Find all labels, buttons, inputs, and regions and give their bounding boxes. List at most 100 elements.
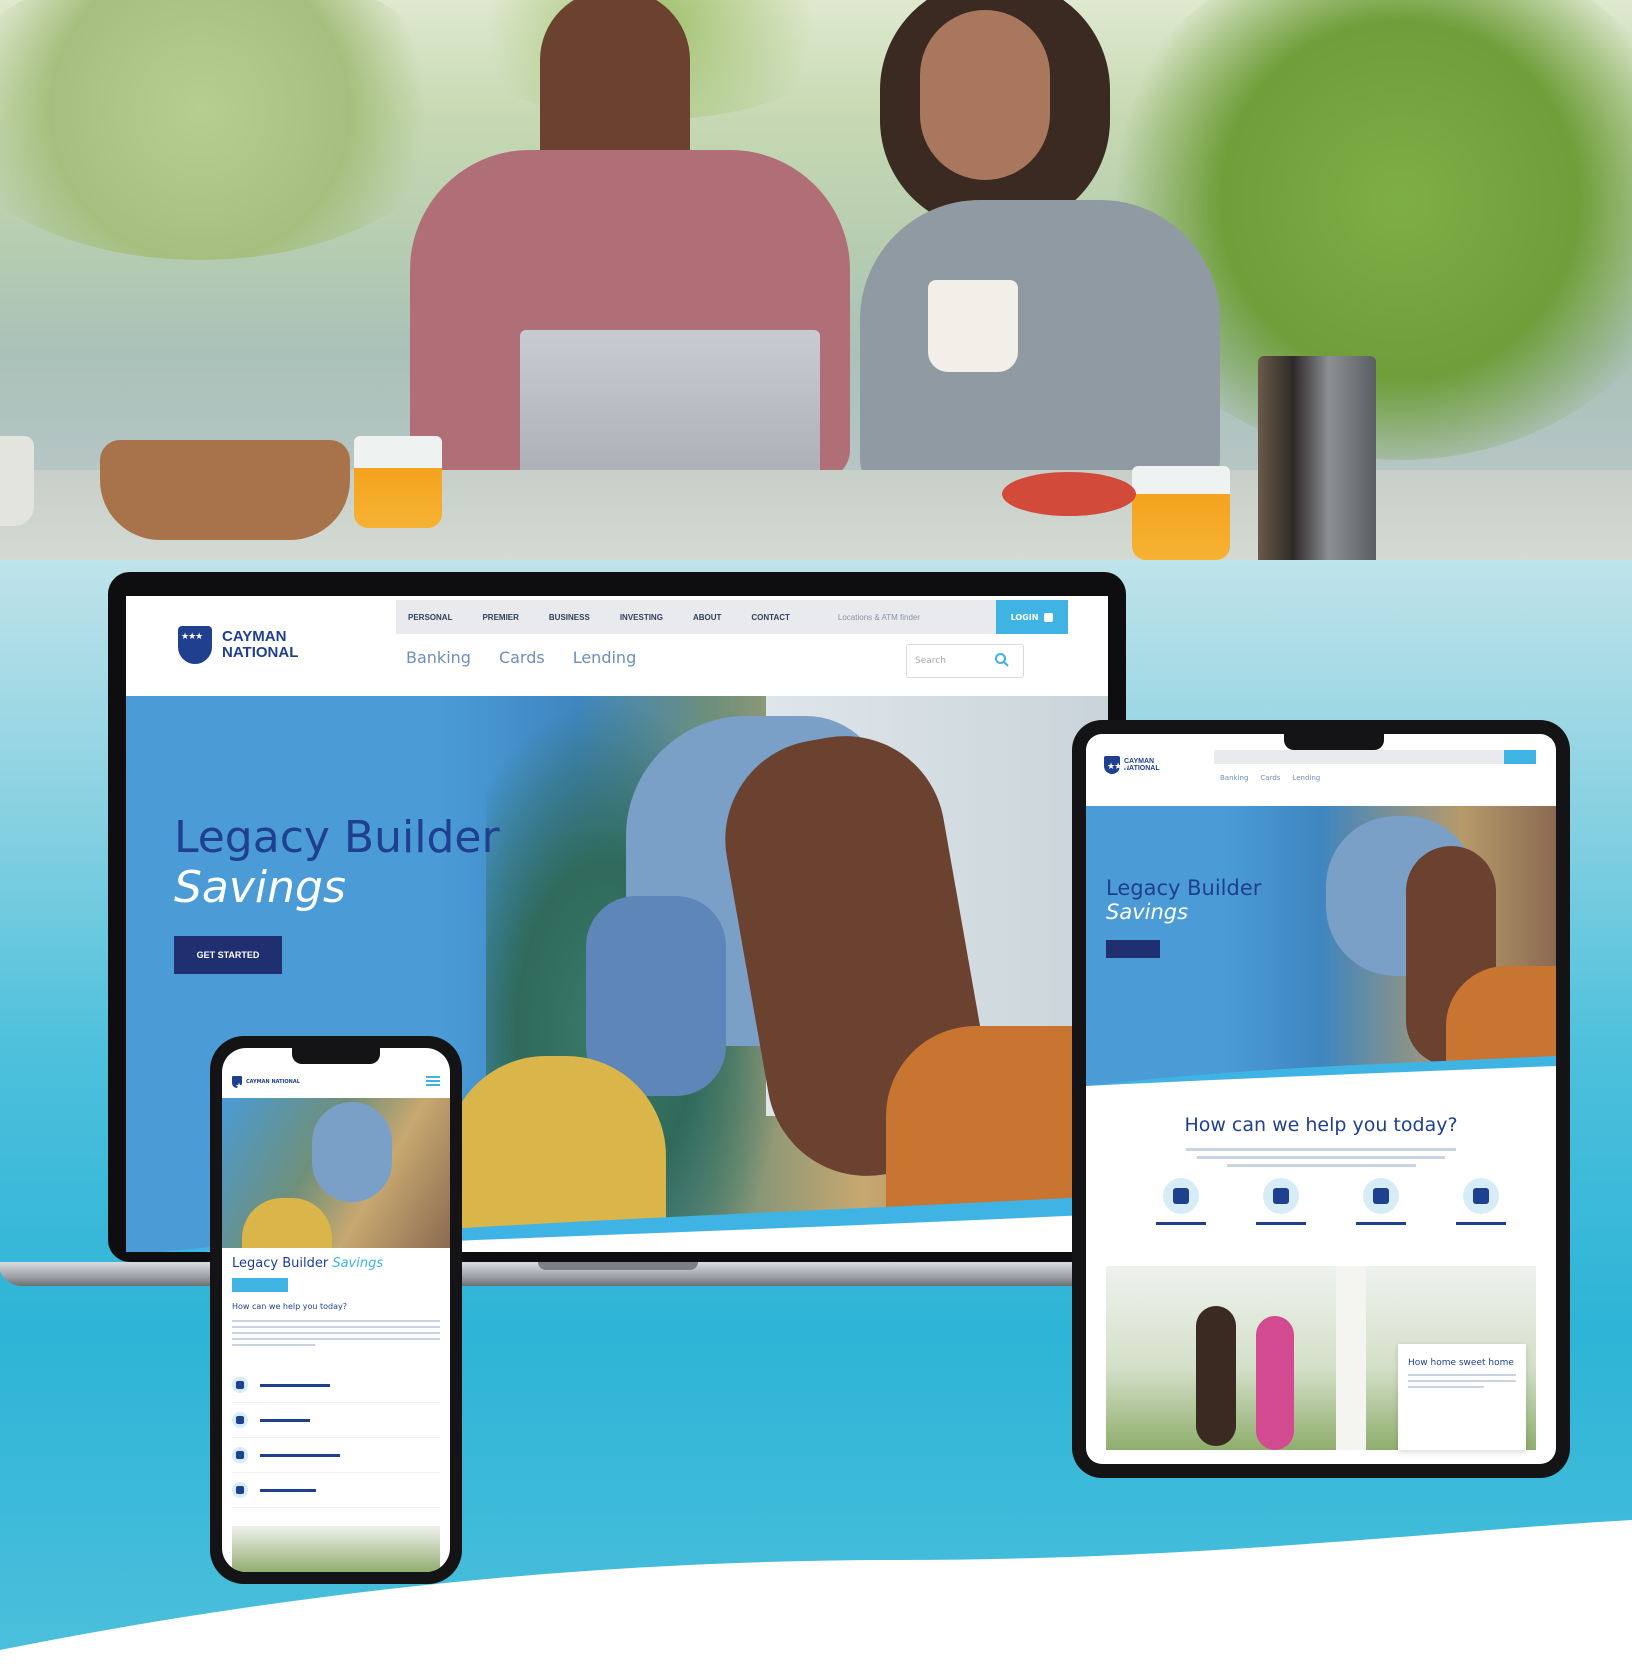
top-nav-about[interactable]: ABOUT xyxy=(693,613,721,622)
tablet-device: CAYMAN NATIONAL Banking Cards Lending Le… xyxy=(1072,720,1570,1478)
search-placeholder: Search xyxy=(915,656,946,666)
woman-shirt xyxy=(860,200,1220,490)
tablet-hero: Legacy Builder Savings xyxy=(1086,806,1556,1086)
brand-name-line1: CAYMAN xyxy=(222,628,287,646)
credit-card-icon xyxy=(232,1447,248,1463)
tablet-help-text xyxy=(1186,1148,1456,1172)
mug xyxy=(928,280,1018,372)
sub-nav-banking[interactable]: Banking xyxy=(406,648,471,667)
lock-icon xyxy=(1044,612,1054,622)
locations-link[interactable]: Locations & ATM finder xyxy=(838,613,920,622)
hamburger-menu-icon[interactable] xyxy=(426,1076,440,1086)
feature-card[interactable]: How home sweet home xyxy=(1398,1344,1526,1450)
list-item[interactable] xyxy=(232,1473,440,1508)
phone-family-photo xyxy=(232,1526,440,1572)
list-item[interactable] xyxy=(232,1368,440,1403)
family-figure xyxy=(1196,1306,1236,1446)
hero-subtitle: Savings xyxy=(174,862,346,913)
fruit-bowl xyxy=(0,436,34,526)
tablet-screen: CAYMAN NATIONAL Banking Cards Lending Le… xyxy=(1086,734,1556,1464)
brand-logo[interactable]: CAYMAN NATIONAL xyxy=(178,626,298,664)
marketing-scene: CAYMAN NATIONAL PERSONAL PREMIER BUSINES… xyxy=(0,0,1632,1664)
tablet-brand-logo[interactable]: CAYMAN NATIONAL xyxy=(1104,756,1160,774)
service-buy-home[interactable] xyxy=(1246,1178,1316,1225)
juice-glass xyxy=(1132,466,1230,560)
get-started-button[interactable]: GET STARTED xyxy=(174,936,282,974)
service-bank-online[interactable] xyxy=(1446,1178,1516,1225)
phone-help-title: How can we help you today? xyxy=(232,1302,347,1311)
login-label: LOGIN xyxy=(1010,612,1039,622)
tablet-sub-nav-lending[interactable]: Lending xyxy=(1292,774,1320,782)
phone-notch xyxy=(292,1048,380,1064)
top-nav-investing[interactable]: INVESTING xyxy=(620,613,663,622)
phone-hero-title-b: Savings xyxy=(332,1256,384,1271)
site-header: CAYMAN NATIONAL PERSONAL PREMIER BUSINES… xyxy=(126,596,1108,696)
bread-basket xyxy=(100,440,350,540)
tablet-services xyxy=(1146,1178,1516,1225)
french-press xyxy=(1258,356,1376,568)
shield-logo-icon[interactable] xyxy=(232,1076,256,1092)
mouse-icon xyxy=(232,1482,248,1498)
tablet-login-button[interactable] xyxy=(1504,750,1536,764)
phone-hero-title-a: Legacy Builder xyxy=(232,1256,329,1271)
juice-glass xyxy=(354,436,442,528)
list-item[interactable] xyxy=(232,1438,440,1473)
phone-help-text xyxy=(232,1320,440,1350)
login-button[interactable]: LOGIN xyxy=(996,600,1068,634)
tablet-brand-line1: CAYMAN xyxy=(1124,757,1155,765)
brand-name: CAYMAN NATIONAL xyxy=(222,629,298,661)
phone-screen: CAYMAN NATIONAL Legacy Builder Savings H… xyxy=(222,1048,450,1572)
phone-header: CAYMAN NATIONAL xyxy=(222,1066,450,1098)
pastry-plate xyxy=(1002,472,1136,516)
mouse-icon xyxy=(1463,1178,1499,1214)
tablet-brand-name: CAYMAN NATIONAL xyxy=(1124,758,1160,773)
top-nav: PERSONAL PREMIER BUSINESS INVESTING ABOU… xyxy=(396,600,1068,634)
brand-name-line2: NATIONAL xyxy=(222,644,299,661)
top-nav-contact[interactable]: CONTACT xyxy=(751,613,790,622)
phone-device: CAYMAN NATIONAL Legacy Builder Savings H… xyxy=(210,1036,462,1584)
tablet-hero-title: Legacy Builder xyxy=(1106,876,1262,900)
parent-shirt xyxy=(242,1198,332,1248)
tablet-sub-nav: Banking Cards Lending xyxy=(1220,774,1320,782)
phone-service-list xyxy=(232,1368,440,1508)
service-label xyxy=(1456,1222,1506,1225)
woman-face xyxy=(920,10,1050,180)
tablet-sub-nav-cards[interactable]: Cards xyxy=(1260,774,1280,782)
service-label xyxy=(1256,1222,1306,1225)
list-item[interactable] xyxy=(232,1403,440,1438)
porch-columns xyxy=(1336,1266,1366,1450)
shield-icon xyxy=(1163,1178,1199,1214)
tablet-brand-line2: NATIONAL xyxy=(1124,765,1160,772)
service-label xyxy=(1156,1222,1206,1225)
tablet-header: CAYMAN NATIONAL Banking Cards Lending xyxy=(1086,734,1556,806)
service-open-account[interactable] xyxy=(1146,1178,1216,1225)
laptop-hinge-notch xyxy=(538,1262,698,1270)
service-credit-card[interactable] xyxy=(1346,1178,1416,1225)
search-icon[interactable] xyxy=(994,652,1010,668)
phone-get-started-button[interactable] xyxy=(232,1278,288,1292)
tablet-get-started-button[interactable] xyxy=(1106,940,1160,958)
house-icon xyxy=(232,1412,248,1428)
top-nav-personal[interactable]: PERSONAL xyxy=(408,613,452,622)
child-figure xyxy=(312,1102,392,1202)
family-figure xyxy=(1256,1316,1294,1450)
shield-logo-icon xyxy=(178,626,212,664)
list-item-label xyxy=(260,1488,316,1492)
list-item-label xyxy=(260,1453,340,1457)
top-nav-business[interactable]: BUSINESS xyxy=(549,613,590,622)
phone-hero-title: Legacy Builder Savings xyxy=(232,1256,383,1271)
tablet-hero-wave xyxy=(1086,1056,1556,1086)
credit-card-icon xyxy=(1363,1178,1399,1214)
tablet-sub-nav-banking[interactable]: Banking xyxy=(1220,774,1248,782)
sub-nav-lending[interactable]: Lending xyxy=(573,648,637,667)
feature-card-text xyxy=(1408,1373,1516,1388)
shield-icon xyxy=(232,1377,248,1393)
phone-hero-image xyxy=(222,1098,450,1248)
tablet-top-nav[interactable] xyxy=(1214,750,1504,764)
house-icon xyxy=(1263,1178,1299,1214)
service-label xyxy=(1356,1222,1406,1225)
tablet-hero-subtitle: Savings xyxy=(1106,900,1189,924)
top-nav-premier[interactable]: PREMIER xyxy=(482,613,518,622)
shield-logo-icon xyxy=(1104,756,1128,774)
sub-nav-cards[interactable]: Cards xyxy=(499,648,545,667)
